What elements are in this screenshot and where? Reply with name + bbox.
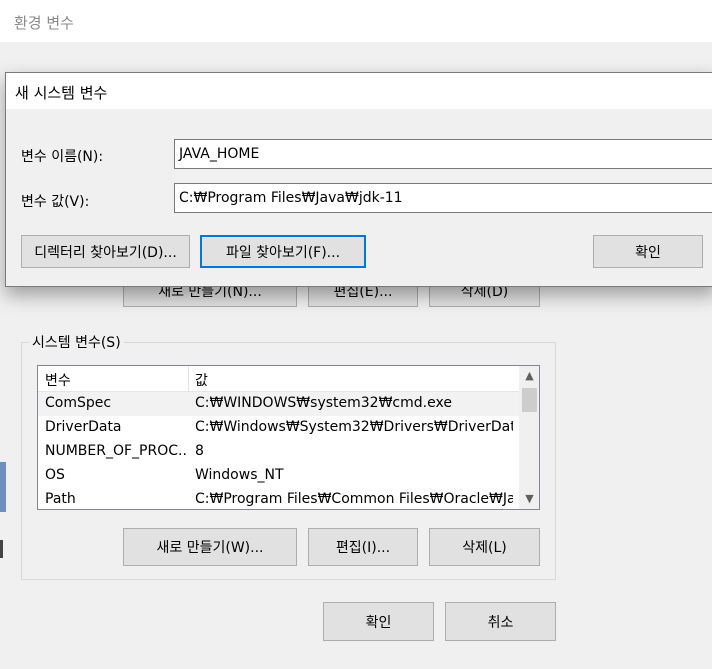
variable-name-field[interactable]: JAVA_HOME bbox=[174, 139, 712, 169]
system-variables-list[interactable]: 변수 값 ComSpec C:₩WINDOWS₩system32₩cmd.exe… bbox=[37, 365, 540, 510]
scroll-up-icon[interactable]: ▲ bbox=[520, 366, 539, 386]
browse-file-button[interactable]: 파일 찾아보기(F)... bbox=[200, 235, 366, 268]
row-variable-value: C:₩WINDOWS₩system32₩cmd.exe bbox=[195, 395, 452, 411]
column-divider[interactable] bbox=[188, 366, 189, 391]
row-variable-name: ComSpec bbox=[45, 395, 112, 411]
variable-value-field[interactable]: C:₩Program Files₩Java₩jdk-11 bbox=[174, 183, 712, 213]
column-header-value[interactable]: 값 bbox=[195, 370, 208, 390]
browse-directory-button[interactable]: 디렉터리 찾아보기(D)... bbox=[21, 235, 190, 268]
variable-value-label: 변수 값(V): bbox=[21, 194, 90, 210]
column-header-variable[interactable]: 변수 bbox=[45, 370, 71, 390]
underlying-window-edge bbox=[0, 462, 6, 512]
env-vars-title: 환경 변수 bbox=[14, 14, 74, 32]
row-variable-name: DriverData bbox=[45, 419, 122, 435]
table-row[interactable]: Path C:₩Program Files₩Common Files₩Oracl… bbox=[38, 488, 520, 509]
table-row[interactable]: DriverData C:₩Windows₩System32₩Drivers₩D… bbox=[38, 416, 520, 440]
dialog-title: 새 시스템 변수 bbox=[15, 84, 108, 102]
new-system-variable-dialog: 새 시스템 변수 변수 이름(N): JAVA_HOME 변수 값(V): C:… bbox=[5, 72, 712, 287]
row-variable-name: OS bbox=[45, 467, 65, 483]
table-row[interactable]: NUMBER_OF_PROC... 8 bbox=[38, 440, 520, 464]
row-variable-name: NUMBER_OF_PROC... bbox=[45, 443, 187, 459]
ok-button[interactable]: 확인 bbox=[323, 602, 434, 641]
env-vars-titlebar bbox=[0, 0, 712, 42]
scroll-down-icon[interactable]: ▼ bbox=[520, 489, 539, 509]
system-variables-label: 시스템 변수(S) bbox=[29, 332, 124, 352]
dialog-ok-button[interactable]: 확인 bbox=[593, 235, 703, 268]
table-row[interactable]: OS Windows_NT bbox=[38, 464, 520, 488]
row-variable-value: Windows_NT bbox=[195, 467, 284, 483]
variable-name-label: 변수 이름(N): bbox=[21, 149, 104, 165]
vertical-scrollbar[interactable]: ▲ ▼ bbox=[519, 366, 539, 509]
list-header: 변수 값 bbox=[38, 366, 520, 392]
cancel-button[interactable]: 취소 bbox=[445, 602, 556, 641]
dialog-titlebar[interactable] bbox=[6, 73, 712, 109]
system-new-button[interactable]: 새로 만들기(W)... bbox=[123, 528, 297, 566]
underlying-window-edge bbox=[0, 540, 3, 558]
row-variable-value: C:₩Windows₩System32₩Drivers₩DriverData bbox=[195, 419, 513, 435]
scroll-thumb[interactable] bbox=[522, 388, 537, 412]
system-edit-button[interactable]: 편집(I)... bbox=[308, 528, 418, 566]
system-delete-button[interactable]: 삭제(L) bbox=[429, 528, 540, 566]
row-variable-value: C:₩Program Files₩Common Files₩Oracle₩Ja.… bbox=[195, 491, 513, 507]
row-variable-value: 8 bbox=[195, 443, 204, 459]
row-variable-name: Path bbox=[45, 491, 76, 507]
table-row[interactable]: ComSpec C:₩WINDOWS₩system32₩cmd.exe bbox=[38, 392, 520, 416]
